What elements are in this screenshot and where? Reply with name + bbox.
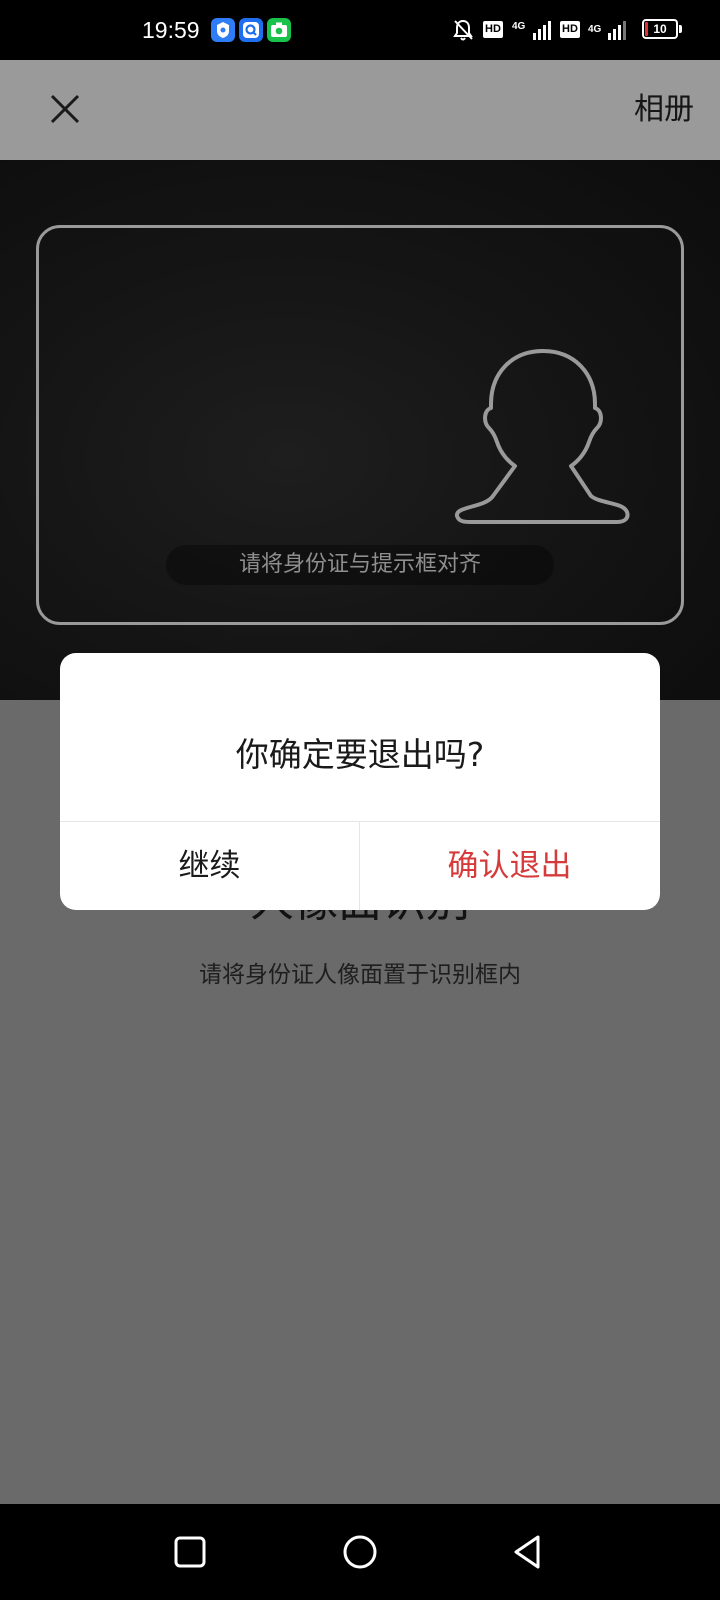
battery-tip [679, 25, 682, 33]
dialog-message: 你确定要退出吗? [235, 735, 485, 774]
app-notification-icon-search [239, 18, 263, 42]
portrait-silhouette-icon [455, 349, 630, 524]
signal-strength-icon-1 [533, 21, 551, 40]
camera-preview: 请将身份证与提示框对齐 [0, 160, 720, 700]
battery-icon: 10 [642, 19, 678, 39]
close-button[interactable] [40, 86, 90, 136]
signal-strength-icon-2 [608, 21, 626, 40]
hd-badge-1: HD [483, 21, 503, 38]
square-icon[interactable] [172, 1534, 208, 1570]
status-time: 19:59 [142, 17, 200, 43]
app-bar: 相册 [0, 60, 720, 160]
screen: 19:59 HD 4G HD 4G 10 相册 请将身份证与提示框对齐 请将身份… [0, 0, 720, 1600]
close-icon [50, 94, 80, 124]
exit-confirm-dialog: 你确定要退出吗? 继续 确认退出 [60, 653, 660, 910]
battery-percentage: 10 [653, 22, 667, 36]
network-type-2: 4G [588, 24, 602, 35]
frame-hint-text: 请将身份证与提示框对齐 [166, 545, 554, 585]
continue-button[interactable]: 继续 [60, 822, 359, 910]
status-bar: 19:59 HD 4G HD 4G 10 [0, 0, 720, 60]
system-navigation-bar [0, 1504, 720, 1600]
network-type-1: 4G [512, 21, 526, 32]
triangle-back-icon[interactable] [510, 1532, 546, 1572]
app-notification-icon-camera [267, 18, 291, 42]
section-subtitle: 请将身份证人像面置于识别框内 [199, 962, 521, 988]
hd-badge-2: HD [560, 21, 580, 38]
mute-bell-icon [453, 19, 473, 41]
app-notification-icon-blue [211, 18, 235, 42]
circle-icon[interactable] [340, 1532, 380, 1572]
album-button[interactable]: 相册 [634, 88, 694, 132]
confirm-exit-button[interactable]: 确认退出 [360, 822, 659, 910]
